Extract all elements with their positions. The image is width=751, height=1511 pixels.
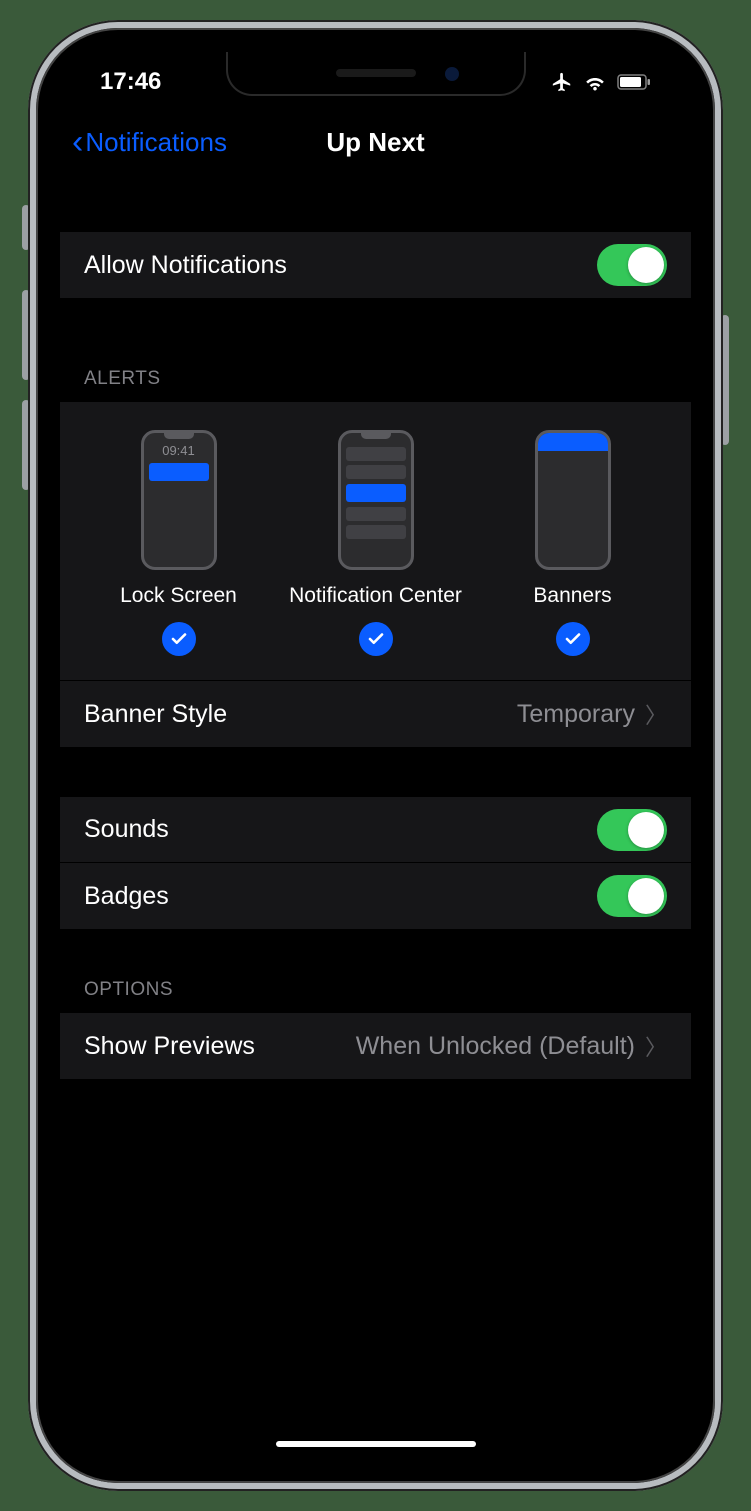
banners-preview-icon bbox=[535, 430, 611, 570]
options-section-header: OPTIONS bbox=[60, 959, 691, 1013]
wifi-icon bbox=[583, 72, 607, 92]
home-indicator[interactable] bbox=[276, 1441, 476, 1447]
badges-label: Badges bbox=[84, 882, 169, 911]
phone-frame: 17:46 ‹ Notifications bbox=[28, 20, 723, 1491]
allow-notifications-label: Allow Notifications bbox=[84, 251, 287, 280]
alert-option-banners[interactable]: Banners bbox=[474, 430, 671, 656]
banner-style-label: Banner Style bbox=[84, 700, 227, 729]
allow-notifications-switch[interactable] bbox=[597, 244, 667, 286]
checkmark-icon bbox=[556, 622, 590, 656]
screen: 17:46 ‹ Notifications bbox=[60, 52, 691, 1459]
allow-notifications-cell[interactable]: Allow Notifications bbox=[60, 232, 691, 298]
notch bbox=[226, 52, 526, 96]
back-button[interactable]: ‹ Notifications bbox=[60, 123, 227, 162]
badges-cell[interactable]: Badges bbox=[60, 863, 691, 929]
chevron-right-icon: 〉 bbox=[645, 698, 667, 730]
notification-center-preview-icon bbox=[338, 430, 414, 570]
banner-style-value: Temporary bbox=[517, 700, 635, 729]
alert-option-label: Lock Screen bbox=[120, 584, 237, 608]
alerts-section-header: ALERTS bbox=[60, 348, 691, 402]
show-previews-cell[interactable]: Show Previews When Unlocked (Default) 〉 bbox=[60, 1013, 691, 1079]
show-previews-value: When Unlocked (Default) bbox=[356, 1032, 635, 1061]
alerts-options-row: 09:41 Lock Screen bbox=[60, 402, 691, 681]
lock-screen-preview-icon: 09:41 bbox=[141, 430, 217, 570]
sounds-cell[interactable]: Sounds bbox=[60, 797, 691, 863]
chevron-right-icon: 〉 bbox=[645, 1030, 667, 1062]
chevron-left-icon: ‹ bbox=[72, 123, 83, 162]
badges-switch[interactable] bbox=[597, 875, 667, 917]
back-label: Notifications bbox=[85, 127, 227, 158]
sounds-switch[interactable] bbox=[597, 809, 667, 851]
sounds-label: Sounds bbox=[84, 815, 169, 844]
alert-option-notification-center[interactable]: Notification Center bbox=[277, 430, 474, 656]
checkmark-icon bbox=[359, 622, 393, 656]
banner-style-cell[interactable]: Banner Style Temporary 〉 bbox=[60, 681, 691, 747]
alert-option-lock-screen[interactable]: 09:41 Lock Screen bbox=[80, 430, 277, 656]
lock-screen-preview-time: 09:41 bbox=[144, 443, 214, 458]
navigation-bar: ‹ Notifications Up Next bbox=[60, 112, 691, 172]
alert-option-label: Banners bbox=[533, 584, 611, 608]
alert-option-label: Notification Center bbox=[289, 584, 462, 608]
airplane-icon bbox=[551, 71, 573, 93]
battery-icon bbox=[617, 74, 651, 90]
checkmark-icon bbox=[162, 622, 196, 656]
status-time: 17:46 bbox=[100, 68, 161, 96]
show-previews-label: Show Previews bbox=[84, 1032, 255, 1061]
